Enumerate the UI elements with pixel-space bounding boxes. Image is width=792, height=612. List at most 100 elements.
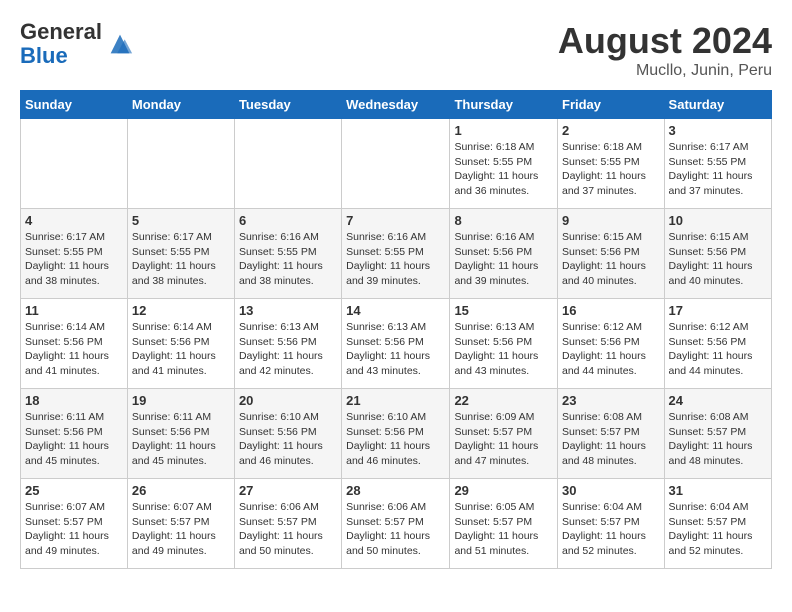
day-cell: 5Sunrise: 6:17 AM Sunset: 5:55 PM Daylig…: [127, 209, 234, 299]
week-row-2: 4 Sunrise: 6:17 AM Sunset: 5:55 PM Daylig…: [21, 209, 772, 299]
day-cell: 27 Sunrise: 6:06 AM Sunset: 5:57 PM Dayli…: [234, 479, 341, 569]
day-number: 23: [562, 393, 660, 408]
day-info: Sunrise: 6:08 AM Sunset: 5:57 PM Dayligh…: [562, 410, 660, 469]
day-cell: 14 Sunrise: 6:13 AM Sunset: 5:56 PM Dayli…: [342, 299, 450, 389]
day-number: 26: [132, 483, 230, 498]
day-info: Sunrise: 6:07 AM Sunset: 5:57 PM Dayligh…: [132, 500, 230, 559]
day-info: Sunrise: 6:17 AM Sunset: 5:55 PM Dayligh…: [25, 230, 123, 289]
day-number: 19: [132, 393, 230, 408]
day-cell: 23 Sunrise: 6:08 AM Sunset: 5:57 PM Dayli…: [558, 389, 665, 479]
header-day-monday: Monday: [127, 91, 234, 119]
day-number: 2: [562, 123, 660, 138]
day-info: Sunrise: 6:17 AM Sunset: 5:55 PM Dayligh…: [669, 140, 767, 199]
day-info: Sunrise: 6:11 AM Sunset: 5:56 PM Dayligh…: [132, 410, 230, 469]
day-cell: 28 Sunrise: 6:06 AM Sunset: 5:57 PM Dayli…: [342, 479, 450, 569]
header-day-thursday: Thursday: [450, 91, 558, 119]
day-info: Sunrise: 6:13 AM Sunset: 5:56 PM Dayligh…: [239, 320, 337, 379]
logo-icon: [106, 30, 134, 58]
day-cell: 29 Sunrise: 6:05 AM Sunset: 5:57 PM Dayli…: [450, 479, 558, 569]
day-cell: [21, 119, 128, 209]
day-number: 13: [239, 303, 337, 318]
day-number: 22: [454, 393, 553, 408]
day-number: 11: [25, 303, 123, 318]
day-cell: 19 Sunrise: 6:11 AM Sunset: 5:56 PM Dayli…: [127, 389, 234, 479]
day-info: Sunrise: 6:15 AM Sunset: 5:56 PM Dayligh…: [562, 230, 660, 289]
day-cell: 11 Sunrise: 6:14 AM Sunset: 5:56 PM Dayli…: [21, 299, 128, 389]
day-number: 14: [346, 303, 445, 318]
day-number: 28: [346, 483, 445, 498]
week-row-4: 18 Sunrise: 6:11 AM Sunset: 5:56 PM Dayli…: [21, 389, 772, 479]
logo-blue-text: Blue: [20, 43, 68, 68]
day-cell: 2 Sunrise: 6:18 AM Sunset: 5:55 PM Daylig…: [558, 119, 665, 209]
day-number: 15: [454, 303, 553, 318]
day-info: Sunrise: 6:18 AM Sunset: 5:55 PM Dayligh…: [562, 140, 660, 199]
day-info: Sunrise: 6:10 AM Sunset: 5:56 PM Dayligh…: [239, 410, 337, 469]
day-cell: 6Sunrise: 6:16 AM Sunset: 5:55 PM Daylig…: [234, 209, 341, 299]
day-info: Sunrise: 6:14 AM Sunset: 5:56 PM Dayligh…: [132, 320, 230, 379]
day-info: Sunrise: 6:12 AM Sunset: 5:56 PM Dayligh…: [562, 320, 660, 379]
day-number: 24: [669, 393, 767, 408]
day-number: 27: [239, 483, 337, 498]
day-info: Sunrise: 6:13 AM Sunset: 5:56 PM Dayligh…: [454, 320, 553, 379]
day-info: Sunrise: 6:16 AM Sunset: 5:56 PM Dayligh…: [454, 230, 553, 289]
day-info: Sunrise: 6:04 AM Sunset: 5:57 PM Dayligh…: [562, 500, 660, 559]
day-info: Sunrise: 6:06 AM Sunset: 5:57 PM Dayligh…: [346, 500, 445, 559]
month-year-title: August 2024: [558, 20, 772, 62]
day-cell: [342, 119, 450, 209]
day-info: Sunrise: 6:06 AM Sunset: 5:57 PM Dayligh…: [239, 500, 337, 559]
header-row: SundayMondayTuesdayWednesdayThursdayFrid…: [21, 91, 772, 119]
calendar-table: SundayMondayTuesdayWednesdayThursdayFrid…: [20, 90, 772, 569]
week-row-3: 11 Sunrise: 6:14 AM Sunset: 5:56 PM Dayli…: [21, 299, 772, 389]
day-info: Sunrise: 6:05 AM Sunset: 5:57 PM Dayligh…: [454, 500, 553, 559]
day-number: 4: [25, 213, 123, 228]
day-cell: 18Sunrise: 6:11 AM Sunset: 5:56 PM Dayli…: [21, 389, 128, 479]
day-info: Sunrise: 6:13 AM Sunset: 5:56 PM Dayligh…: [346, 320, 445, 379]
header-day-saturday: Saturday: [664, 91, 771, 119]
day-number: 12: [132, 303, 230, 318]
day-number: 30: [562, 483, 660, 498]
day-info: Sunrise: 6:04 AM Sunset: 5:57 PM Dayligh…: [669, 500, 767, 559]
day-cell: 15 Sunrise: 6:13 AM Sunset: 5:56 PM Dayli…: [450, 299, 558, 389]
day-info: Sunrise: 6:09 AM Sunset: 5:57 PM Dayligh…: [454, 410, 553, 469]
day-number: 3: [669, 123, 767, 138]
day-number: 20: [239, 393, 337, 408]
page-header: General Blue August 2024 Mucllo, Junin, …: [20, 20, 772, 80]
day-number: 21: [346, 393, 445, 408]
day-cell: 31 Sunrise: 6:04 AM Sunset: 5:57 PM Dayli…: [664, 479, 771, 569]
day-info: Sunrise: 6:15 AM Sunset: 5:56 PM Dayligh…: [669, 230, 767, 289]
day-info: Sunrise: 6:08 AM Sunset: 5:57 PM Dayligh…: [669, 410, 767, 469]
day-cell: [234, 119, 341, 209]
location-subtitle: Mucllo, Junin, Peru: [558, 62, 772, 80]
day-cell: 8 Sunrise: 6:16 AM Sunset: 5:56 PM Daylig…: [450, 209, 558, 299]
day-cell: 20 Sunrise: 6:10 AM Sunset: 5:56 PM Dayli…: [234, 389, 341, 479]
day-cell: 7 Sunrise: 6:16 AM Sunset: 5:55 PM Daylig…: [342, 209, 450, 299]
day-number: 31: [669, 483, 767, 498]
day-info: Sunrise: 6:16 AM Sunset: 5:55 PM Dayligh…: [346, 230, 445, 289]
day-number: 29: [454, 483, 553, 498]
day-number: 18: [25, 393, 123, 408]
header-day-tuesday: Tuesday: [234, 91, 341, 119]
day-cell: 30 Sunrise: 6:04 AM Sunset: 5:57 PM Dayli…: [558, 479, 665, 569]
logo-general-text: General: [20, 19, 102, 44]
day-number: 8: [454, 213, 553, 228]
day-number: 1: [454, 123, 553, 138]
header-day-sunday: Sunday: [21, 91, 128, 119]
day-cell: [127, 119, 234, 209]
day-info: Sunrise: 6:10 AM Sunset: 5:56 PM Dayligh…: [346, 410, 445, 469]
day-number: 9: [562, 213, 660, 228]
day-cell: 10Sunrise: 6:15 AM Sunset: 5:56 PM Dayli…: [664, 209, 771, 299]
day-cell: 1Sunrise: 6:18 AM Sunset: 5:55 PM Daylig…: [450, 119, 558, 209]
logo: General Blue: [20, 20, 134, 68]
day-cell: 26 Sunrise: 6:07 AM Sunset: 5:57 PM Dayli…: [127, 479, 234, 569]
day-number: 25: [25, 483, 123, 498]
title-block: August 2024 Mucllo, Junin, Peru: [558, 20, 772, 80]
day-info: Sunrise: 6:14 AM Sunset: 5:56 PM Dayligh…: [25, 320, 123, 379]
header-day-wednesday: Wednesday: [342, 91, 450, 119]
day-info: Sunrise: 6:17 AM Sunset: 5:55 PM Dayligh…: [132, 230, 230, 289]
day-cell: 22 Sunrise: 6:09 AM Sunset: 5:57 PM Dayli…: [450, 389, 558, 479]
day-cell: 12 Sunrise: 6:14 AM Sunset: 5:56 PM Dayli…: [127, 299, 234, 389]
day-cell: 21 Sunrise: 6:10 AM Sunset: 5:56 PM Dayli…: [342, 389, 450, 479]
header-day-friday: Friday: [558, 91, 665, 119]
day-number: 7: [346, 213, 445, 228]
day-info: Sunrise: 6:12 AM Sunset: 5:56 PM Dayligh…: [669, 320, 767, 379]
